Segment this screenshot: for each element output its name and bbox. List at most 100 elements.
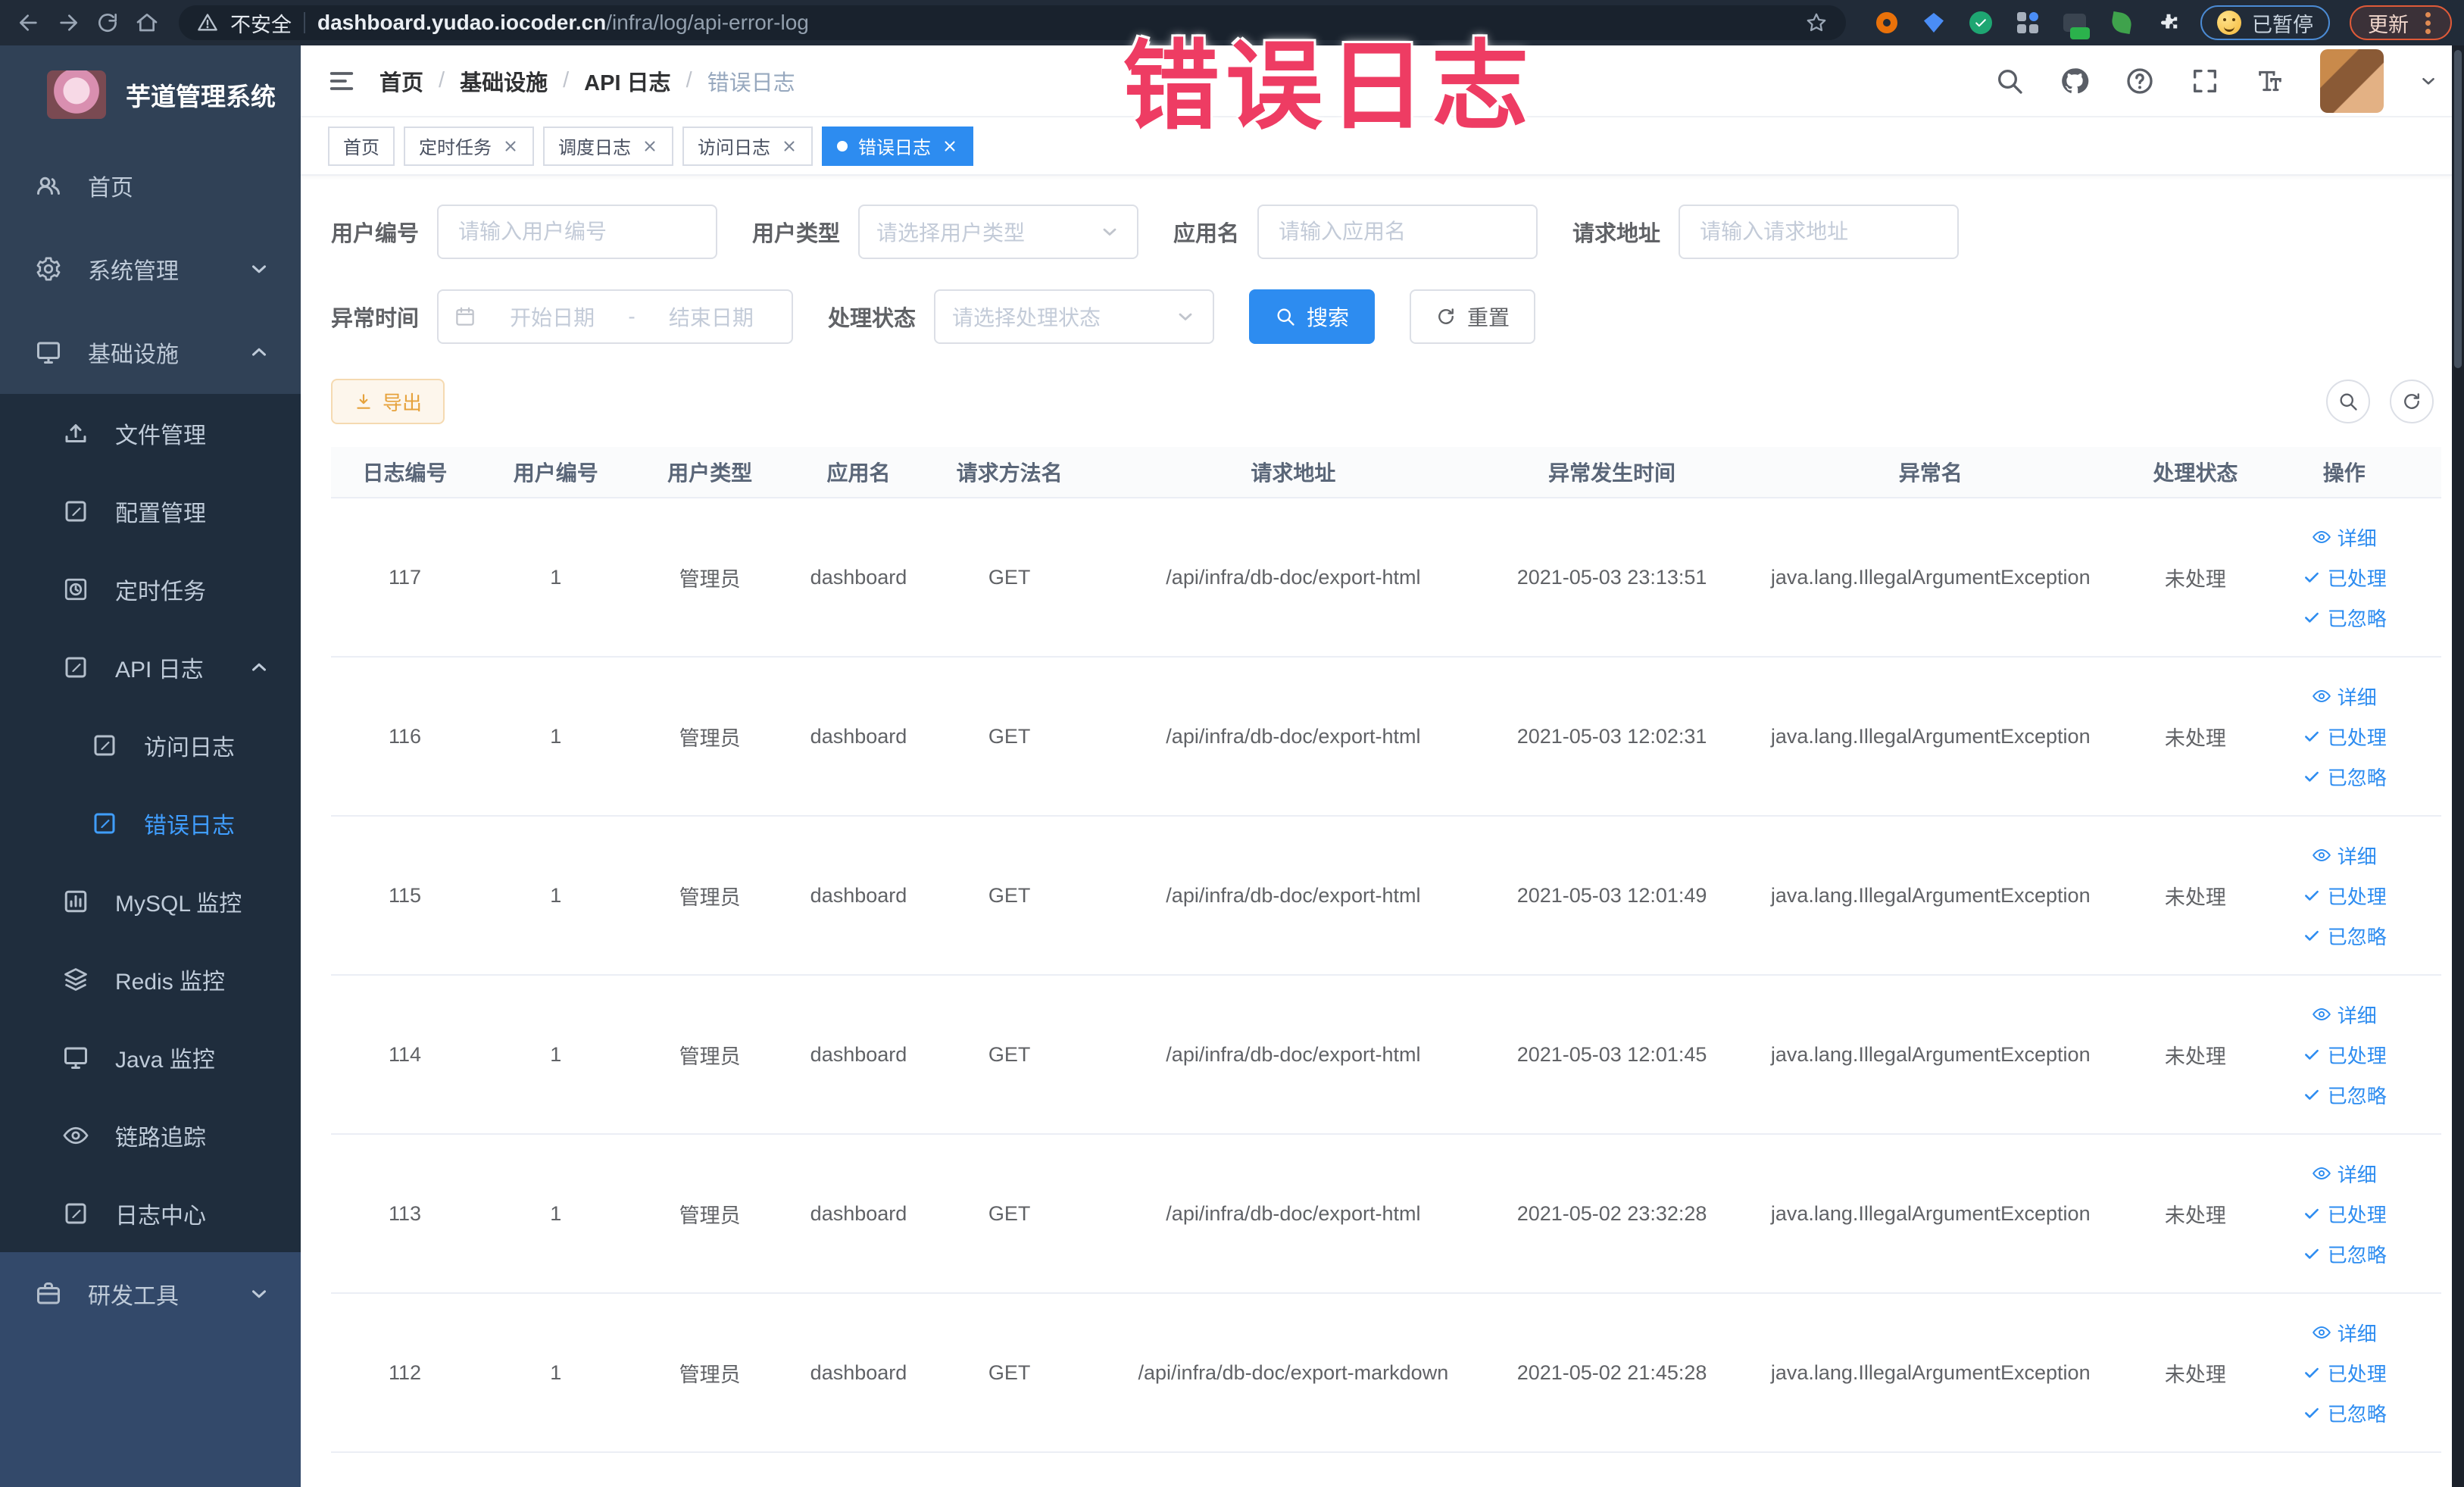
security-label[interactable]: 不安全 — [230, 8, 292, 38]
mark-ignored-link[interactable]: 已忽略 — [2302, 604, 2387, 632]
cell-log-id: 117 — [388, 565, 422, 589]
forward-button[interactable] — [52, 6, 85, 39]
cell-exception-name: java.lang.IllegalArgumentException — [1770, 883, 2091, 907]
home-button[interactable] — [130, 6, 164, 39]
chevron-up-icon — [248, 341, 270, 364]
mark-ignored-link[interactable]: 已忽略 — [2302, 1399, 2387, 1427]
toggle-search-button[interactable] — [2326, 380, 2370, 423]
detail-link[interactable]: 详细 — [2312, 1001, 2377, 1029]
user-id-input[interactable] — [437, 205, 718, 259]
sidebar-item-file-manage[interactable]: 文件管理 — [0, 394, 301, 472]
cell-request-url: /api/infra/db-doc/export-html — [1166, 565, 1421, 589]
app-name-input[interactable] — [1257, 205, 1538, 259]
search-button[interactable]: 搜索 — [1249, 289, 1376, 344]
back-button[interactable] — [12, 6, 45, 39]
extension-icon-grid[interactable] — [2016, 11, 2040, 35]
reload-button[interactable] — [91, 6, 124, 39]
search-icon[interactable] — [1994, 66, 2025, 96]
sidebar-item-label: 基础设施 — [88, 342, 179, 367]
user-type-select[interactable]: 请选择用户类型 — [858, 205, 1139, 259]
tab-label: 定时任务 — [419, 138, 492, 158]
bookmark-star-icon[interactable] — [1805, 11, 1828, 34]
mark-processed-link[interactable]: 已处理 — [2302, 564, 2387, 592]
fullscreen-icon[interactable] — [2190, 66, 2220, 96]
date-range-picker[interactable]: 开始日期 - 结束日期 — [437, 289, 794, 344]
table-row: 112 1 管理员 dashboard GET /api/infra/db-do… — [331, 1294, 2441, 1453]
close-icon[interactable] — [642, 138, 658, 155]
sidebar-item-home[interactable]: 首页 — [0, 144, 301, 227]
filter-request-url: 请求地址 — [1572, 205, 1960, 259]
mark-processed-link[interactable]: 已处理 — [2302, 882, 2387, 910]
tab-access-log[interactable]: 访问日志 — [682, 126, 813, 166]
sidebar-logo[interactable]: 芋道管理系统 — [0, 45, 301, 144]
process-status-select[interactable]: 请选择处理状态 — [934, 289, 1215, 344]
action-label: 已忽略 — [2327, 1084, 2387, 1107]
sidebar-item-redis-monitor[interactable]: Redis 监控 — [0, 940, 301, 1018]
mark-processed-link[interactable]: 已处理 — [2302, 723, 2387, 751]
extension-icon-on-badge[interactable] — [2063, 11, 2087, 35]
extension-icon-orange[interactable] — [1875, 11, 1899, 35]
mark-ignored-link[interactable]: 已忽略 — [2302, 922, 2387, 950]
profile-paused-pill[interactable]: 已暂停 — [2200, 5, 2330, 40]
cell-process-status: 未处理 — [2164, 1045, 2226, 1068]
refresh-table-button[interactable] — [2390, 380, 2434, 423]
extensions-puzzle-icon[interactable] — [2156, 11, 2181, 35]
breadcrumb-item[interactable]: API 日志 — [584, 65, 670, 97]
detail-link[interactable]: 详细 — [2312, 683, 2377, 711]
detail-link[interactable]: 详细 — [2312, 1160, 2377, 1188]
request-url-input[interactable] — [1679, 205, 1960, 259]
breadcrumb-item[interactable]: 首页 — [379, 65, 423, 97]
tab-home[interactable]: 首页 — [328, 126, 395, 166]
tab-scheduled-job[interactable]: 定时任务 — [404, 126, 534, 166]
reset-button[interactable]: 重置 — [1410, 289, 1536, 344]
kebab-menu-icon[interactable] — [2425, 20, 2431, 26]
sidebar-item-api-log[interactable]: API 日志 — [0, 628, 301, 706]
detail-link[interactable]: 详细 — [2312, 523, 2377, 551]
mark-ignored-link[interactable]: 已忽略 — [2302, 763, 2387, 791]
mark-processed-link[interactable]: 已处理 — [2302, 1359, 2387, 1387]
close-icon[interactable] — [781, 138, 798, 155]
address-bar[interactable]: 不安全 dashboard.yudao.iocoder.cn/infra/log… — [179, 5, 1846, 40]
sidebar-item-error-log[interactable]: 错误日志 — [0, 784, 301, 862]
detail-link[interactable]: 详细 — [2312, 842, 2377, 870]
detail-link[interactable]: 详细 — [2312, 1319, 2377, 1347]
check-icon — [2302, 767, 2322, 786]
window-scrollbar[interactable] — [2452, 45, 2464, 1487]
avatar[interactable] — [2320, 48, 2384, 113]
chevron-down-icon[interactable] — [2419, 71, 2438, 91]
sidebar-item-config-manage[interactable]: 配置管理 — [0, 472, 301, 550]
export-button[interactable]: 导出 — [331, 379, 445, 424]
close-icon[interactable] — [502, 138, 519, 155]
sidebar-item-infra[interactable]: 基础设施 — [0, 311, 301, 394]
cell-exception-name: java.lang.IllegalArgumentException — [1770, 1042, 2091, 1066]
sidebar-item-log-center[interactable]: 日志中心 — [0, 1174, 301, 1252]
close-icon[interactable] — [942, 138, 958, 155]
cell-actions: 详细 已处理 已忽略 — [2256, 1160, 2433, 1268]
github-icon[interactable] — [2060, 66, 2090, 96]
scrollbar-thumb[interactable] — [2454, 50, 2462, 368]
help-icon[interactable] — [2125, 66, 2155, 96]
sidebar-item-java-monitor[interactable]: Java 监控 — [0, 1018, 301, 1096]
sidebar-item-access-log[interactable]: 访问日志 — [0, 706, 301, 784]
mark-ignored-link[interactable]: 已忽略 — [2302, 1081, 2387, 1109]
extension-icon-blue[interactable] — [1922, 11, 1946, 35]
sidebar-item-scheduled-job[interactable]: 定时任务 — [0, 550, 301, 628]
url-text[interactable]: dashboard.yudao.iocoder.cn/infra/log/api… — [317, 11, 809, 35]
font-size-icon[interactable] — [2255, 66, 2285, 96]
tab-error-log[interactable]: 错误日志 — [822, 126, 973, 166]
breadcrumb-item[interactable]: 基础设施 — [460, 65, 548, 97]
browser-update-button[interactable]: 更新 — [2350, 5, 2452, 40]
extension-icon-leaf[interactable] — [2110, 11, 2134, 35]
tab-schedule-log[interactable]: 调度日志 — [543, 126, 673, 166]
sidebar-toggle-icon[interactable] — [326, 66, 357, 96]
sidebar-item-label: 系统管理 — [88, 259, 179, 284]
sidebar-item-system[interactable]: 系统管理 — [0, 227, 301, 311]
sidebar-item-trace[interactable]: 链路追踪 — [0, 1096, 301, 1174]
extension-icon-green-check[interactable] — [1969, 11, 1993, 35]
mark-processed-link[interactable]: 已处理 — [2302, 1200, 2387, 1228]
mark-ignored-link[interactable]: 已忽略 — [2302, 1240, 2387, 1268]
sidebar-item-devtools[interactable]: 研发工具 — [0, 1252, 301, 1335]
mark-processed-link[interactable]: 已处理 — [2302, 1041, 2387, 1069]
cell-app-name: dashboard — [810, 724, 907, 748]
sidebar-item-mysql-monitor[interactable]: MySQL 监控 — [0, 862, 301, 940]
